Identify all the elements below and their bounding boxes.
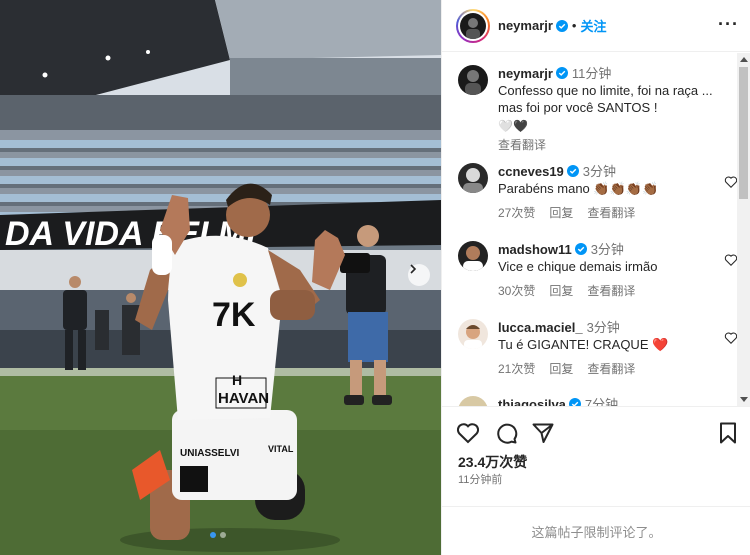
comment-text: Tu é GIGANTE! CRAQUE ❤️ [498,337,669,352]
comment-translate-link[interactable]: 查看翻译 [587,361,635,378]
caption-text: Confesso que no limite, foi na raça ... … [498,83,713,115]
comment-likes[interactable]: 21次赞 [498,361,535,378]
verified-badge-icon [555,67,568,79]
comment-reply-button[interactable]: 回复 [549,361,573,378]
verified-badge-icon [568,398,581,406]
caption-emoji: 🤍🖤 [498,119,528,133]
like-heart-icon[interactable] [456,421,480,445]
like-heart-icon[interactable] [724,331,738,345]
shorts-sponsor-text: VITAL [268,444,294,454]
comment-time: 3分钟 [582,164,617,179]
post-header: neymarjr • 关注 ··· [442,0,750,52]
comment-avatar[interactable] [458,319,488,349]
sleeve-sponsor-text: UNIASSELVI [180,448,239,459]
scroll-down-icon[interactable] [740,397,748,402]
post-timestamp: 11分钟前 [458,474,503,486]
comment-username[interactable]: ccneves19 [498,164,564,179]
comment-text: Parabéns mano 👏🏾👏🏾👏🏾👏🏾 [498,181,659,196]
header-avatar[interactable] [456,8,490,43]
shirt-sponsor-top-text: H [232,372,242,388]
post-photo[interactable]: DA VIDA BEI MI UNIASSELVI VITAL 7K H HAV… [0,0,441,555]
comment-likes[interactable]: 30次赞 [498,283,535,300]
verified-badge-icon [555,19,568,32]
comment-reply-button[interactable]: 回复 [549,205,573,222]
header-username[interactable]: neymarjr [498,18,553,33]
caption-avatar[interactable] [458,65,488,95]
like-heart-icon[interactable] [724,253,738,267]
verified-badge-icon [574,243,587,255]
follow-button[interactable]: 关注 [580,16,606,35]
comment-avatar[interactable] [458,396,488,406]
post-side-panel: neymarjr • 关注 ··· neymarjr 11分钟 Confesso … [441,0,750,555]
likes-count[interactable]: 23.4万次赞 [458,452,527,472]
post-actions: 23.4万次赞 11分钟前 [442,406,750,506]
carousel-dots [210,532,226,538]
comment-bubble-icon[interactable] [494,421,518,445]
shirt-sponsor-text: HAVAN [218,390,269,407]
comment-username[interactable]: madshow11 [498,242,572,257]
comment-time: 3分钟 [590,242,624,257]
comment-translate-link[interactable]: 查看翻译 [587,283,635,300]
share-send-icon[interactable] [531,421,555,445]
comment-likes[interactable]: 27次赞 [498,205,535,222]
scrollbar-thumb[interactable] [739,67,748,199]
caption-username[interactable]: neymarjr [498,66,553,81]
comments-limited-notice: 这篇帖子限制评论了。 [442,506,750,555]
comments-list: neymarjr 11分钟 Confesso que no limite, foi… [442,53,738,406]
comment-reply-button[interactable]: 回复 [549,283,573,300]
comment-text: Vice e chique demais irmão [498,259,658,274]
comment-time: 7分钟 [584,397,619,406]
comment-translate-link[interactable]: 查看翻译 [587,205,635,222]
caption-translate-link[interactable]: 查看翻译 [498,137,738,154]
chevron-right-icon [410,264,417,274]
comment-avatar[interactable] [458,163,488,193]
comment-avatar[interactable] [458,241,488,271]
comment-username[interactable]: lucca.maciel_ [498,320,583,335]
more-horizontal-icon[interactable]: ··· [718,14,739,35]
like-heart-icon[interactable] [724,175,738,189]
match-photo-illustration: DA VIDA BEI MI UNIASSELVI VITAL 7K H HAV… [0,0,441,555]
bookmark-icon[interactable] [716,421,740,445]
shirt-number-text: 7K [212,296,256,334]
carousel-next-button[interactable] [408,264,430,286]
header-separator: • [571,18,577,33]
scroll-up-icon[interactable] [740,57,748,62]
comments-scrollbar[interactable] [737,53,750,406]
avatar-image [460,12,486,39]
comment-time: 3分钟 [586,320,620,335]
caption-time: 11分钟 [571,66,612,81]
carousel-dot-active [210,532,216,538]
carousel-dot [220,532,226,538]
comment-username[interactable]: thiagosilva [498,397,566,406]
verified-badge-icon [566,165,579,177]
